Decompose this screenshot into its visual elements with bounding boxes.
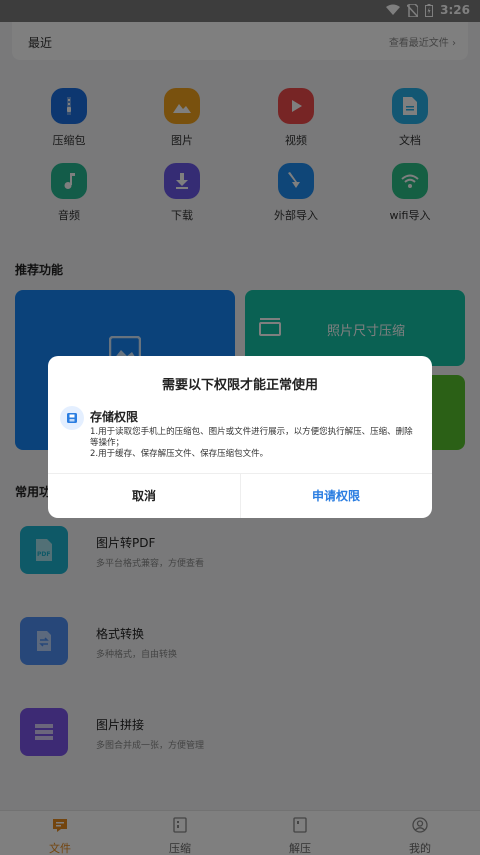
permission-dialog: 需要以下权限才能正常使用 存储权限 1.用于读取您手机上的压缩包、图片或文件进行… xyxy=(48,356,432,518)
cancel-button[interactable]: 取消 xyxy=(48,474,240,518)
permission-title: 存储权限 xyxy=(90,410,139,424)
permission-desc-line-2: 2.用于缓存、保存解压文件、保存压缩包文件。 xyxy=(90,449,269,459)
permission-desc-line-1: 1.用于读取您手机上的压缩包、图片或文件进行展示，以方便您执行解压、压缩、删除等… xyxy=(90,427,413,448)
dialog-title: 需要以下权限才能正常使用 xyxy=(161,378,318,393)
storage-icon xyxy=(60,406,84,430)
request-permission-button[interactable]: 申请权限 xyxy=(240,474,432,518)
permission-description: 1.用于读取您手机上的压缩包、图片或文件进行展示，以方便您执行解压、压缩、删除等… xyxy=(90,427,420,460)
